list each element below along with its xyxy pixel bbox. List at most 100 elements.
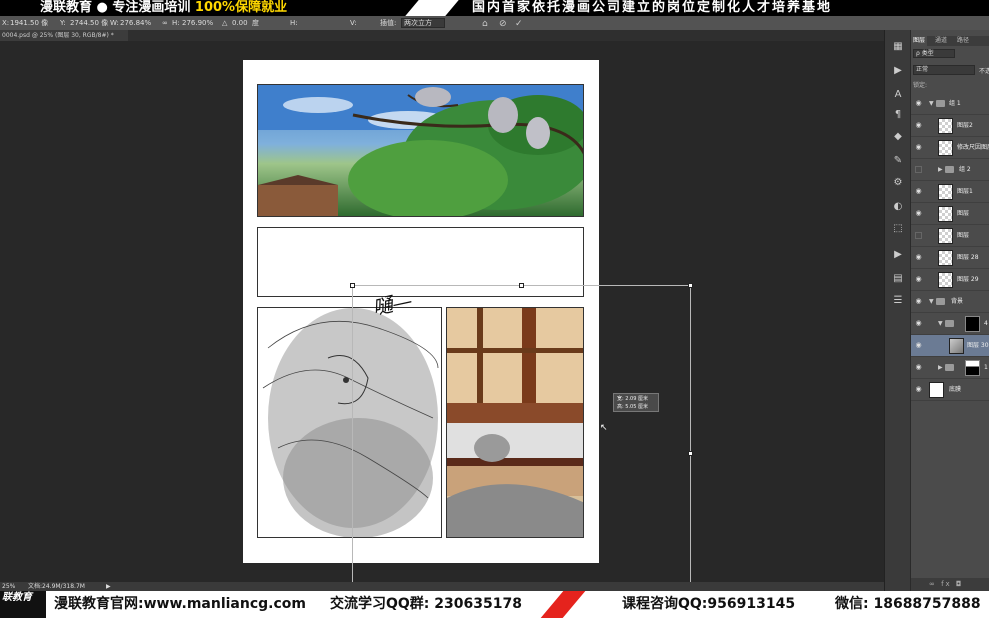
expand-arrow-icon[interactable]: ▼ bbox=[929, 100, 934, 107]
rotate-icon: △ bbox=[222, 19, 228, 27]
layer-thumbnail bbox=[949, 338, 964, 354]
brand-logo: 联教育 bbox=[0, 591, 46, 618]
transform-handle-tl[interactable] bbox=[350, 283, 355, 288]
expand-arrow-icon[interactable]: ▶ bbox=[938, 364, 943, 371]
layer-mask-thumbnail[interactable] bbox=[965, 360, 980, 376]
tab-layers[interactable]: 图层 bbox=[911, 36, 928, 46]
transform-handle-tc[interactable] bbox=[519, 283, 524, 288]
add-mask-icon[interactable]: ◘ bbox=[956, 580, 964, 588]
promo-slogan: 漫联教育 ● 专注漫画培训 bbox=[40, 0, 195, 15]
layer-row[interactable]: ◉ ▼ 4 bbox=[911, 313, 989, 335]
folder-icon bbox=[936, 100, 945, 107]
logo-text: 联教育 bbox=[2, 592, 32, 603]
brush-icon[interactable]: ✎ bbox=[891, 154, 905, 168]
character-icon[interactable]: A bbox=[891, 88, 905, 102]
y-value-field[interactable]: 2744.50 像 bbox=[70, 16, 108, 30]
opacity-label: 不透 bbox=[979, 68, 989, 75]
layer-filter-select[interactable]: ρ 类型 bbox=[913, 49, 955, 58]
visibility-eye-icon[interactable]: ◉ bbox=[914, 253, 923, 262]
clone-source-icon[interactable]: ⚙ bbox=[891, 176, 905, 190]
free-transform-box[interactable] bbox=[352, 285, 691, 582]
wechat-contact: 微信: 18688757888 bbox=[835, 596, 981, 612]
h-label: H: bbox=[172, 19, 180, 27]
w-value-field[interactable]: 276.84% bbox=[120, 16, 151, 30]
link-icon[interactable]: ∞ bbox=[162, 16, 168, 30]
interp-value: 两次立方 bbox=[404, 19, 432, 27]
angle-value-field[interactable]: 0.00 bbox=[232, 16, 248, 30]
3d-icon[interactable]: ◆ bbox=[891, 130, 905, 144]
layer-mask-thumbnail[interactable] bbox=[965, 316, 980, 332]
transform-handle-mr[interactable] bbox=[688, 451, 693, 456]
warp-icon[interactable]: ⌂ bbox=[482, 17, 488, 30]
document-tab[interactable]: 0004.psd @ 25% (图层 30, RGB/8#) * bbox=[0, 30, 128, 41]
visibility-eye-icon[interactable]: ◉ bbox=[914, 209, 923, 218]
info-icon[interactable]: ☰ bbox=[891, 294, 905, 308]
layer-row[interactable]: ◉ 底膜 bbox=[911, 379, 989, 401]
folder-icon bbox=[936, 298, 945, 305]
layer-row[interactable]: ◉ ▼ 组 1 bbox=[911, 93, 989, 115]
status-menu-arrow-icon[interactable]: ▶ bbox=[106, 582, 111, 591]
grid-icon[interactable]: ▤ bbox=[891, 272, 905, 286]
layer-row[interactable]: ◉ 图层 29 bbox=[911, 269, 989, 291]
layer-name: 修改尺因图层 bbox=[957, 144, 989, 151]
expand-arrow-icon[interactable]: ▼ bbox=[938, 320, 943, 327]
visibility-eye-icon[interactable]: ◉ bbox=[914, 363, 923, 372]
visibility-eye-icon[interactable]: ◉ bbox=[914, 187, 923, 196]
visibility-toggle-empty[interactable] bbox=[915, 166, 922, 173]
visibility-eye-icon[interactable]: ◉ bbox=[914, 341, 923, 350]
zoom-level[interactable]: 25% bbox=[2, 582, 15, 591]
layer-thumbnail bbox=[938, 272, 953, 288]
timeline-icon[interactable]: ▶ bbox=[891, 248, 905, 262]
banner-divider bbox=[405, 0, 459, 16]
link-layers-icon[interactable]: ∞ bbox=[929, 580, 937, 588]
layer-row[interactable]: ▶ 组 2 bbox=[911, 159, 989, 181]
layer-row[interactable]: ◉ 修改尺因图层 bbox=[911, 137, 989, 159]
panel-top-scene bbox=[257, 84, 584, 217]
blend-mode-select[interactable]: 正常 bbox=[913, 65, 975, 75]
paragraph-icon[interactable]: ¶ bbox=[891, 108, 905, 122]
layer-row[interactable]: 图层 bbox=[911, 225, 989, 247]
filter-value: 类型 bbox=[921, 50, 934, 57]
actions-icon[interactable]: ▶ bbox=[891, 64, 905, 78]
transform-handle-tr[interactable] bbox=[688, 283, 693, 288]
expand-arrow-icon[interactable]: ▶ bbox=[938, 166, 943, 173]
layers-panel: 图层 通道 路径 ρ 类型 正常 不透 锁定: ◉ ▼ 组 1 ◉ 图层2 bbox=[910, 30, 989, 591]
layer-row[interactable]: ◉ 图层 28 bbox=[911, 247, 989, 269]
layer-row[interactable]: ◉ ▼ 背景 bbox=[911, 291, 989, 313]
x-label: X: bbox=[2, 19, 10, 27]
layer-row-selected[interactable]: ◉ 图层 30 bbox=[911, 335, 989, 357]
visibility-toggle-empty[interactable] bbox=[915, 232, 922, 239]
visibility-eye-icon[interactable]: ◉ bbox=[914, 319, 923, 328]
layer-name: 图层 30 bbox=[967, 342, 989, 349]
layer-name: 组 2 bbox=[959, 166, 971, 173]
tab-channels[interactable]: 通道 bbox=[933, 36, 949, 46]
commit-transform-icon[interactable]: ✓ bbox=[515, 17, 523, 30]
tree-birds-illustration bbox=[258, 85, 583, 216]
fx-icon[interactable]: fx bbox=[941, 580, 952, 588]
layer-row[interactable]: ◉ 图层 bbox=[911, 203, 989, 225]
banner-red-divider bbox=[540, 591, 586, 618]
visibility-eye-icon[interactable]: ◉ bbox=[914, 143, 923, 152]
layer-thumbnail bbox=[938, 250, 953, 266]
visibility-eye-icon[interactable]: ◉ bbox=[914, 297, 923, 306]
layer-row[interactable]: ◉ ▶ 1 bbox=[911, 357, 989, 379]
layer-name: 底膜 bbox=[949, 386, 962, 393]
visibility-eye-icon[interactable]: ◉ bbox=[914, 275, 923, 284]
cancel-transform-icon[interactable]: ⊘ bbox=[499, 17, 507, 30]
layer-thumbnail bbox=[938, 206, 953, 222]
tab-paths[interactable]: 路径 bbox=[955, 36, 971, 46]
expand-arrow-icon[interactable]: ▼ bbox=[929, 298, 934, 305]
panel-icon-column: ▦ ▶ A ¶ ◆ ✎ ⚙ ◐ ⬚ ▶ ▤ ☰ bbox=[884, 30, 910, 591]
x-value-field[interactable]: 1941.50 像 bbox=[10, 16, 48, 30]
layer-row[interactable]: ◉ 图层2 bbox=[911, 115, 989, 137]
visibility-eye-icon[interactable]: ◉ bbox=[914, 99, 923, 108]
styles-icon[interactable]: ⬚ bbox=[891, 222, 905, 236]
h-value-field[interactable]: 276.90% bbox=[182, 16, 213, 30]
options-bar: X: 1941.50 像 Y: 2744.50 像 W: 276.84% ∞ H… bbox=[0, 16, 989, 30]
folder-icon bbox=[945, 364, 954, 371]
visibility-eye-icon[interactable]: ◉ bbox=[914, 121, 923, 130]
layer-row[interactable]: ◉ 图层1 bbox=[911, 181, 989, 203]
visibility-eye-icon[interactable]: ◉ bbox=[914, 385, 923, 394]
history-icon[interactable]: ▦ bbox=[891, 40, 905, 54]
adjustments-icon[interactable]: ◐ bbox=[891, 200, 905, 214]
